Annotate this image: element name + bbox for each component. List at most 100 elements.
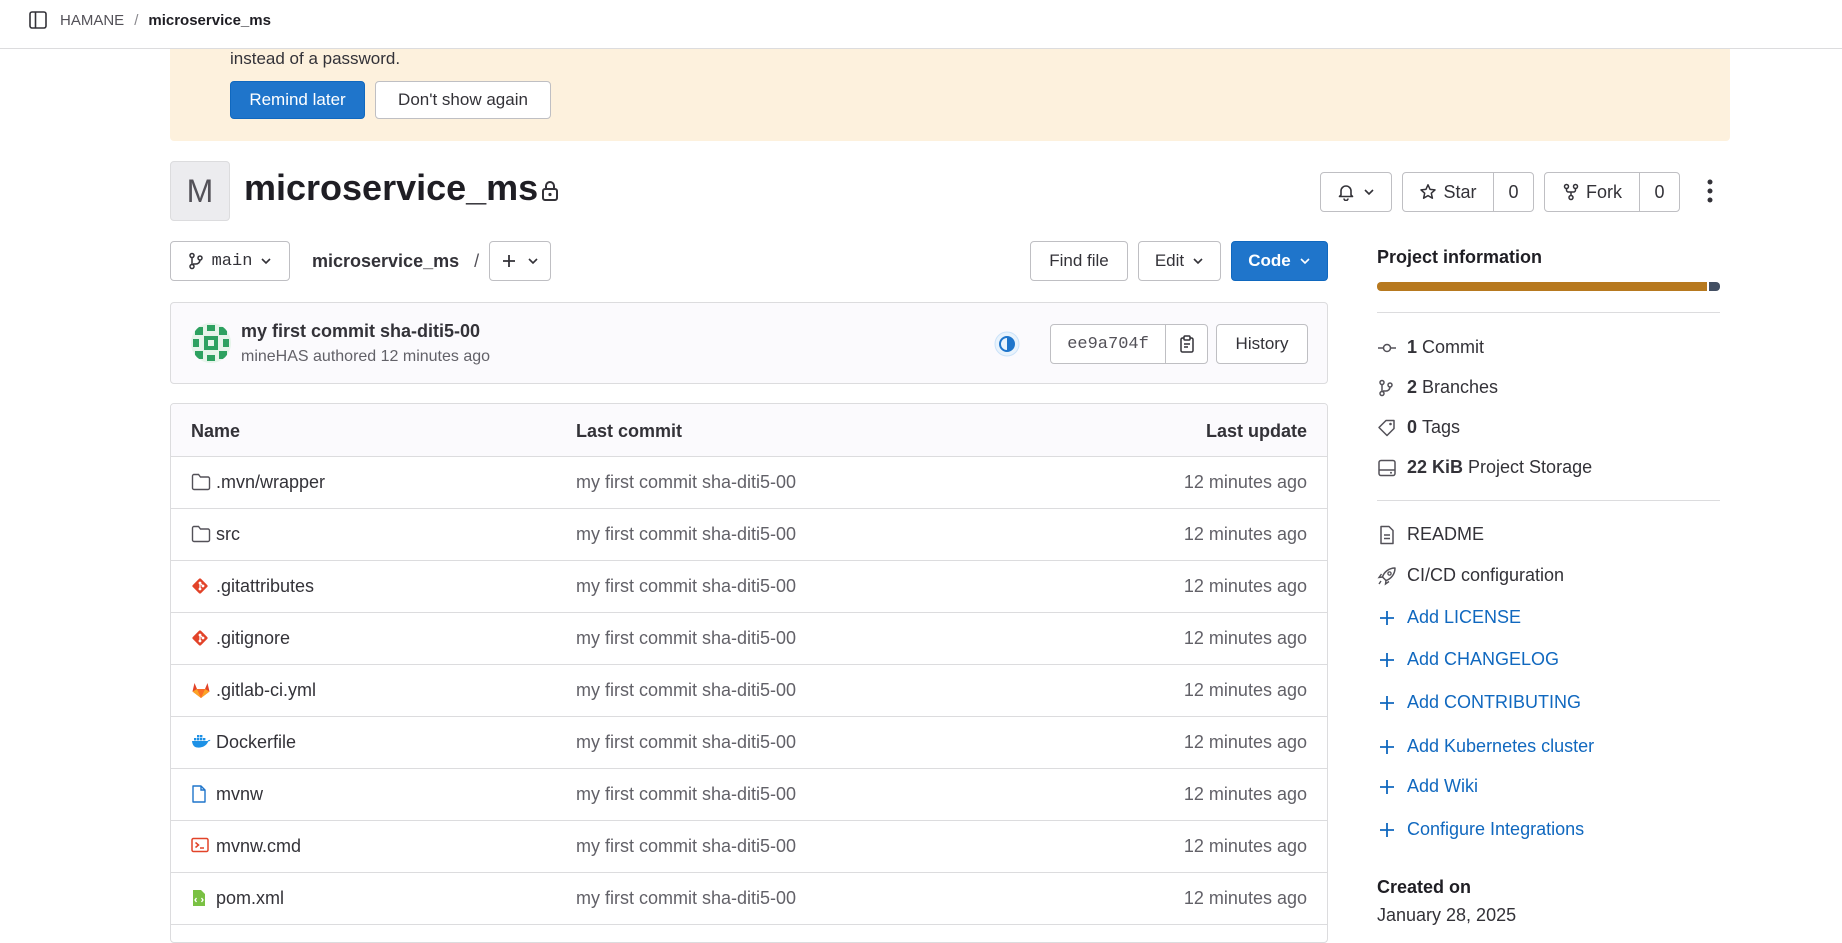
remind-later-button[interactable]: Remind later: [230, 81, 365, 119]
add-contributing-link[interactable]: Add CONTRIBUTING: [1377, 692, 1581, 713]
created-on-value: January 28, 2025: [1377, 905, 1517, 925]
commit-sha[interactable]: ee9a704f: [1051, 325, 1166, 363]
more-actions-icon[interactable]: [1700, 176, 1720, 206]
plus-icon: [1380, 695, 1394, 710]
cicd-link[interactable]: CI/CD configuration: [1377, 565, 1564, 586]
chevron-down-icon: [1364, 189, 1374, 196]
file-last-commit[interactable]: my first commit sha-diti5-00: [576, 472, 796, 493]
tag-icon: [1378, 419, 1395, 436]
find-file-button[interactable]: Find file: [1030, 241, 1128, 281]
sidebar-toggle-icon[interactable]: [28, 10, 52, 32]
star-button[interactable]: Star: [1403, 173, 1493, 211]
table-row[interactable]: Dockerfile my first commit sha-diti5-00 12…: [171, 717, 1327, 769]
user-avatar[interactable]: [191, 323, 231, 363]
star-label: Star: [1443, 181, 1477, 202]
table-row[interactable]: src my first commit sha-diti5-00 12 minute…: [171, 509, 1327, 561]
fork-count[interactable]: 0: [1639, 173, 1679, 211]
branches-count: 2: [1407, 377, 1418, 397]
commit-title[interactable]: my first commit sha-diti5-00: [241, 321, 480, 342]
gitlab-icon: [191, 681, 211, 701]
file-name[interactable]: mvnw.cmd: [216, 836, 301, 857]
file-name[interactable]: .mvn/wrapper: [216, 472, 325, 493]
divider: [1377, 500, 1720, 501]
branch-icon: [1379, 379, 1393, 396]
commits-link[interactable]: 1 Commit: [1377, 337, 1484, 358]
file-last-commit[interactable]: my first commit sha-diti5-00: [576, 628, 796, 649]
file-last-update: 12 minutes ago: [1183, 784, 1307, 804]
file-last-commit[interactable]: my first commit sha-diti5-00: [576, 524, 796, 545]
storage-size: 22 KiB: [1407, 457, 1464, 477]
file-name[interactable]: pom.xml: [216, 888, 284, 909]
branches-link[interactable]: 2 Branches: [1377, 377, 1498, 398]
edit-label: Edit: [1154, 251, 1185, 270]
path-root[interactable]: microservice_ms: [312, 251, 459, 271]
file-last-update: 12 minutes ago: [1183, 836, 1307, 856]
table-row[interactable]: mvnw my first commit sha-diti5-00 12 minut…: [171, 769, 1327, 821]
commit-sha-group: ee9a704f: [1050, 324, 1208, 364]
lock-icon: [540, 180, 560, 207]
commit-icon: [1378, 343, 1396, 352]
add-license-link[interactable]: Add LICENSE: [1377, 607, 1521, 628]
cicd-label: CI/CD configuration: [1407, 565, 1565, 585]
file-last-commit[interactable]: my first commit sha-diti5-00: [576, 888, 796, 909]
branch-selector[interactable]: main: [170, 241, 290, 281]
table-row[interactable]: pom.xml my first commit sha-diti5-00 12 mi…: [171, 873, 1327, 925]
project-title: microservice_ms: [244, 167, 539, 208]
header-name: Name: [191, 421, 241, 441]
breadcrumb-separator: /: [134, 12, 139, 29]
file-last-commit[interactable]: my first commit sha-diti5-00: [576, 732, 796, 753]
table-row[interactable]: mvnw.cmd my first commit sha-diti5-00 12 m…: [171, 821, 1327, 873]
plus-icon: [1380, 610, 1394, 625]
breadcrumb-group[interactable]: HAMANE: [60, 12, 124, 29]
storage-link[interactable]: 22 KiB Project Storage: [1377, 457, 1592, 478]
chevron-down-icon: [528, 258, 538, 265]
file-name[interactable]: mvnw: [216, 784, 263, 805]
file-last-commit[interactable]: my first commit sha-diti5-00: [576, 836, 796, 857]
xml-icon: [191, 889, 211, 909]
add-changelog-link[interactable]: Add CHANGELOG: [1377, 649, 1559, 670]
top-bar: HAMANE / microservice_ms: [0, 0, 1842, 49]
table-row[interactable]: .gitignore my first commit sha-diti5-00 12…: [171, 613, 1327, 665]
chevron-down-icon: [1300, 258, 1310, 265]
readme-link[interactable]: README: [1377, 524, 1484, 545]
star-count[interactable]: 0: [1493, 173, 1533, 211]
divider: [1377, 312, 1720, 313]
plus-icon: [1380, 822, 1394, 837]
file-name[interactable]: Dockerfile: [216, 732, 296, 753]
storage-label: Project Storage: [1468, 457, 1593, 477]
history-button[interactable]: History: [1216, 324, 1308, 364]
notification-button[interactable]: [1320, 172, 1392, 212]
link-label: Add Kubernetes cluster: [1407, 736, 1595, 756]
edit-button[interactable]: Edit: [1138, 241, 1221, 281]
link-label: Add LICENSE: [1407, 607, 1522, 627]
pipeline-running-icon[interactable]: [993, 330, 1021, 363]
add-kubernetes-cluster-link[interactable]: Add Kubernetes cluster: [1377, 736, 1594, 757]
dont-show-again-button[interactable]: Don't show again: [375, 81, 551, 119]
fork-icon: [1563, 183, 1579, 201]
copy-sha-icon[interactable]: [1166, 325, 1207, 363]
file-last-commit[interactable]: my first commit sha-diti5-00: [576, 784, 796, 805]
tags-link[interactable]: 0 Tags: [1377, 417, 1460, 438]
plus-icon: [1380, 779, 1394, 794]
file-last-update: 12 minutes ago: [1183, 732, 1307, 752]
star-button-group: Star 0: [1402, 172, 1534, 212]
code-button[interactable]: Code: [1231, 241, 1328, 281]
file-name[interactable]: .gitattributes: [216, 576, 314, 597]
folder-icon: [191, 473, 211, 493]
add-file-button[interactable]: [489, 241, 551, 281]
table-row[interactable]: .gitattributes my first commit sha-diti5-…: [171, 561, 1327, 613]
table-row[interactable]: .gitlab-ci.yml my first commit sha-diti5-…: [171, 665, 1327, 717]
fork-button[interactable]: Fork: [1545, 173, 1639, 211]
breadcrumb-project[interactable]: microservice_ms: [148, 12, 271, 29]
bell-icon: [1338, 185, 1354, 201]
table-row[interactable]: .mvn/wrapper my first commit sha-diti5-00…: [171, 457, 1327, 509]
add-wiki-link[interactable]: Add Wiki: [1377, 776, 1478, 797]
file-last-commit[interactable]: my first commit sha-diti5-00: [576, 576, 796, 597]
file-last-update: 12 minutes ago: [1183, 680, 1307, 700]
file-name[interactable]: .gitlab-ci.yml: [216, 680, 316, 701]
file-name[interactable]: .gitignore: [216, 628, 290, 649]
file-last-commit[interactable]: my first commit sha-diti5-00: [576, 680, 796, 701]
file-name[interactable]: src: [216, 524, 240, 545]
configure-integrations-link[interactable]: Configure Integrations: [1377, 819, 1584, 840]
banner-text: instead of a password.: [230, 49, 401, 68]
